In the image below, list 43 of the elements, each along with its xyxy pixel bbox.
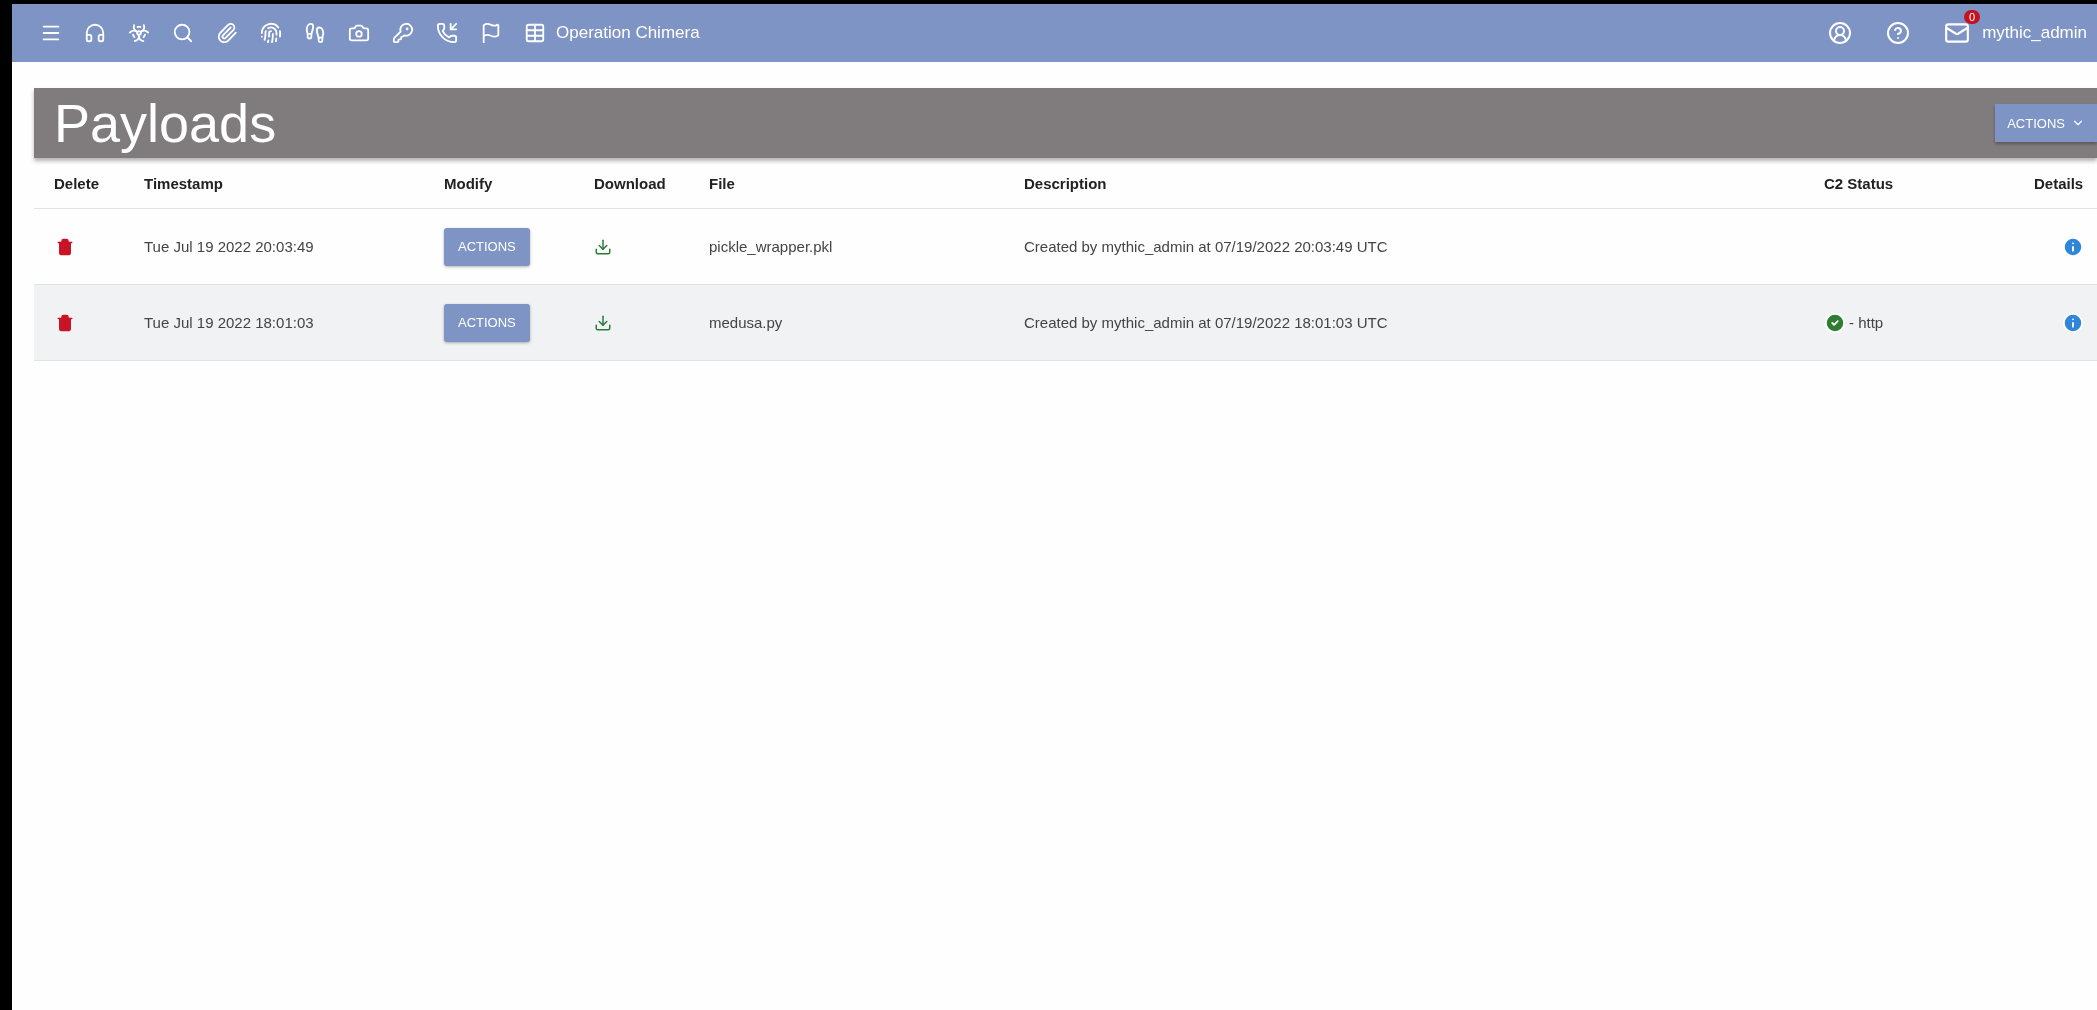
column-header: Description xyxy=(1024,174,1107,192)
fingerprint-icon[interactable] xyxy=(260,22,282,44)
column-header: Details xyxy=(2034,174,2084,192)
mail-icon[interactable] xyxy=(1944,20,1971,46)
column-header: Timestamp xyxy=(144,174,223,192)
table-cell: Created by mythic_admin at 07/19/2022 18:01:03 UTC xyxy=(1024,314,1388,331)
table-cell: Tue Jul 19 2022 20:03:49 xyxy=(144,238,314,255)
column-header: Modify xyxy=(444,174,493,192)
actions-button[interactable]: ACTIONS xyxy=(444,303,530,342)
column-header: C2 Status xyxy=(1824,174,1894,192)
info-icon[interactable] xyxy=(2062,311,2084,334)
info-icon[interactable] xyxy=(2062,235,2084,258)
trash-icon[interactable] xyxy=(56,313,74,332)
footprints-icon[interactable] xyxy=(304,22,326,44)
paperclip-icon[interactable] xyxy=(216,22,238,44)
biohazard-icon[interactable] xyxy=(128,22,150,44)
flag-icon[interactable] xyxy=(480,22,502,44)
username[interactable]: mythic_admin xyxy=(1982,23,2097,43)
table-cell: pickle_wrapper.pkl xyxy=(709,238,833,255)
table-icon[interactable] xyxy=(524,22,546,44)
table-cell: Tue Jul 19 2022 18:01:03 xyxy=(144,314,314,331)
help-icon[interactable] xyxy=(1886,21,1911,45)
column-header: Delete xyxy=(54,174,100,192)
user-icon[interactable] xyxy=(1828,21,1853,45)
download-icon[interactable] xyxy=(594,237,612,256)
page-title: Payloads xyxy=(54,92,277,154)
actions-button[interactable]: ACTIONS xyxy=(1995,104,2097,142)
download-icon[interactable] xyxy=(594,313,612,332)
table-row[interactable]: Tue Jul 19 2022 18:01:03 ACTIONS medusa.py Created by mythic_admin at 07/19/2022 18:01:03 UTC - http xyxy=(34,285,2097,361)
notification-badge: 0 xyxy=(1964,10,1981,24)
phone-icon[interactable] xyxy=(436,22,458,44)
search-icon[interactable] xyxy=(172,22,194,44)
column-header: Download xyxy=(594,174,666,192)
table-cell: Created by mythic_admin at 07/19/2022 20:03:49 UTC xyxy=(1024,238,1388,255)
table-cell: - http xyxy=(1849,314,1884,331)
key-icon[interactable] xyxy=(392,22,414,44)
operation-name: Operation Chimera xyxy=(556,23,700,43)
headphones-icon[interactable] xyxy=(84,22,106,44)
trash-icon[interactable] xyxy=(56,237,74,256)
camera-icon[interactable] xyxy=(348,22,370,44)
table-cell: medusa.py xyxy=(709,314,783,331)
column-header: File xyxy=(709,174,735,192)
actions-button[interactable]: ACTIONS xyxy=(444,227,530,266)
